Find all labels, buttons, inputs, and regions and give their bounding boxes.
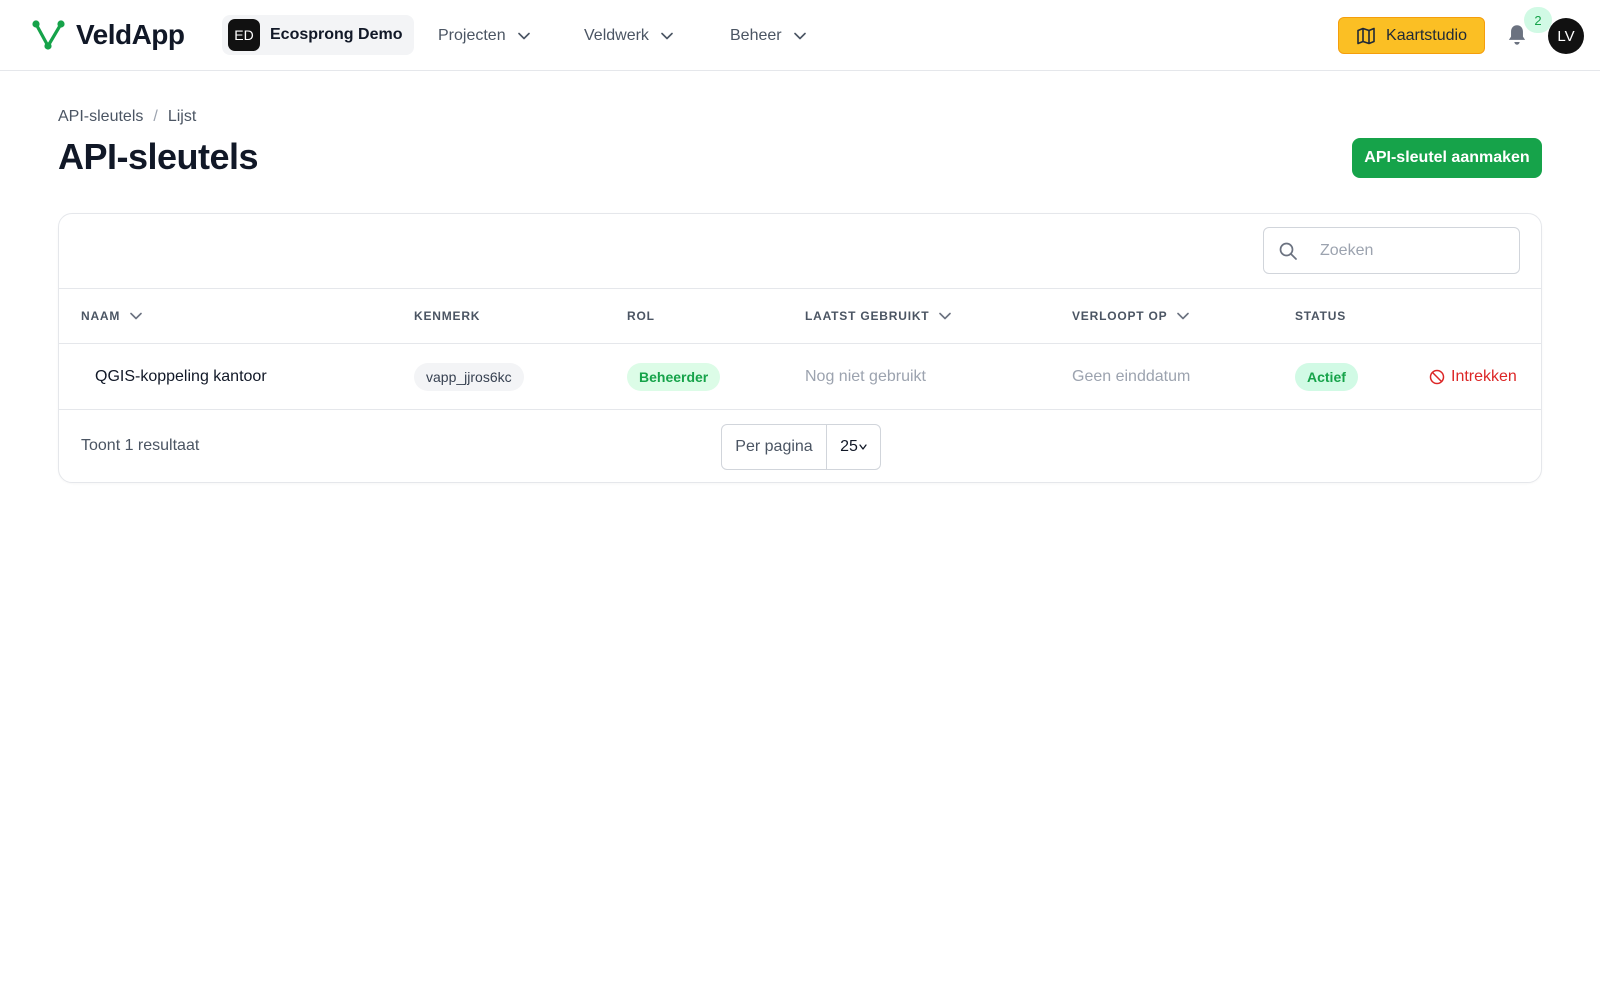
org-initials-badge: ED: [228, 19, 260, 51]
nav-item-veldwerk[interactable]: Veldwerk: [584, 22, 673, 50]
column-header-label: VERLOOPT OP: [1072, 309, 1168, 323]
column-header-laatst-gebruikt[interactable]: LAATST GEBRUIKT: [805, 309, 952, 323]
nav-item-label: Projecten: [438, 27, 506, 44]
kaartstudio-label: Kaartstudio: [1386, 26, 1467, 44]
ban-icon: [1429, 369, 1445, 385]
nav-item-projecten[interactable]: Projecten: [438, 22, 530, 50]
breadcrumb: API-sleutels / Lijst: [58, 108, 196, 126]
row-name: QGIS-koppeling kantoor: [95, 368, 267, 385]
row-token-cell: vapp_jjros6kc: [414, 344, 524, 410]
app-name: VeldApp: [76, 19, 185, 50]
column-header-kenmerk: KENMERK: [414, 309, 480, 323]
row-expires: Geen einddatum: [1072, 368, 1191, 385]
revoke-label: Intrekken: [1451, 368, 1517, 385]
row-last-used: Nog niet gebruikt: [805, 368, 926, 385]
search-icon: [1279, 242, 1297, 260]
chevron-down-icon: [859, 444, 867, 450]
user-avatar[interactable]: LV: [1548, 18, 1584, 54]
kaartstudio-button[interactable]: Kaartstudio: [1338, 17, 1485, 54]
status-badge: Actief: [1295, 363, 1358, 391]
column-header-verloopt-op[interactable]: VERLOOPT OP: [1072, 309, 1190, 323]
top-navigation-bar: VeldApp ED Ecosprong Demo Projecten Veld…: [0, 0, 1600, 71]
veldapp-logo-icon: [32, 20, 65, 50]
chevron-down-icon: [130, 312, 143, 320]
chevron-down-icon: [517, 32, 530, 40]
per-page-select[interactable]: 25: [827, 425, 880, 469]
table-row: QGIS-koppeling kantoor vapp_jjros6kc Beh…: [59, 344, 1541, 410]
column-header-label: STATUS: [1295, 309, 1347, 323]
column-header-label: NAAM: [81, 309, 121, 323]
column-header-rol: ROL: [627, 309, 655, 323]
table-toolbar: [59, 214, 1541, 289]
breadcrumb-item-api-sleutels[interactable]: API-sleutels: [58, 108, 143, 126]
column-header-label: ROL: [627, 309, 655, 323]
result-count: Toont 1 resultaat: [81, 437, 200, 454]
search-input[interactable]: [1264, 228, 1519, 273]
row-role-cell: Beheerder: [627, 344, 721, 410]
table-header: NAAM KENMERK ROL LAATST GEBRUIKT VERLOOP…: [59, 289, 1541, 344]
search-box: [1263, 227, 1520, 274]
column-header-naam[interactable]: NAAM: [81, 309, 143, 323]
breadcrumb-separator: /: [153, 108, 158, 125]
token-prefix-badge: vapp_jjros6kc: [414, 363, 524, 391]
chevron-down-icon: [661, 32, 673, 40]
org-name: Ecosprong Demo: [270, 26, 403, 43]
per-page-value: 25: [840, 438, 858, 455]
chevron-down-icon: [1177, 312, 1190, 320]
role-badge: Beheerder: [627, 363, 721, 391]
column-header-status: STATUS: [1295, 309, 1346, 323]
per-page-label: Per pagina: [722, 425, 827, 469]
page-title: API-sleutels: [58, 136, 259, 177]
app-logo[interactable]: VeldApp: [32, 18, 185, 52]
column-header-label: KENMERK: [414, 309, 481, 323]
chevron-down-icon: [939, 312, 952, 320]
chevron-down-icon: [793, 32, 806, 40]
api-keys-table-card: NAAM KENMERK ROL LAATST GEBRUIKT VERLOOP…: [58, 213, 1542, 483]
table-footer: Toont 1 resultaat Per pagina 25: [59, 410, 1541, 483]
nav-item-label: Beheer: [730, 27, 782, 44]
revoke-button[interactable]: Intrekken: [1429, 344, 1517, 410]
per-page-control: Per pagina 25: [721, 424, 881, 470]
organization-switcher[interactable]: ED Ecosprong Demo: [222, 15, 415, 55]
create-api-key-button[interactable]: API-sleutel aanmaken: [1352, 138, 1542, 178]
breadcrumb-item-lijst: Lijst: [167, 108, 197, 125]
column-header-label: LAATST GEBRUIKT: [805, 309, 930, 323]
row-status-cell: Actief: [1295, 344, 1358, 410]
nav-item-label: Veldwerk: [584, 27, 649, 44]
map-icon: [1357, 27, 1375, 44]
nav-item-beheer[interactable]: Beheer: [730, 22, 806, 50]
notification-count-badge: 2: [1524, 7, 1552, 33]
